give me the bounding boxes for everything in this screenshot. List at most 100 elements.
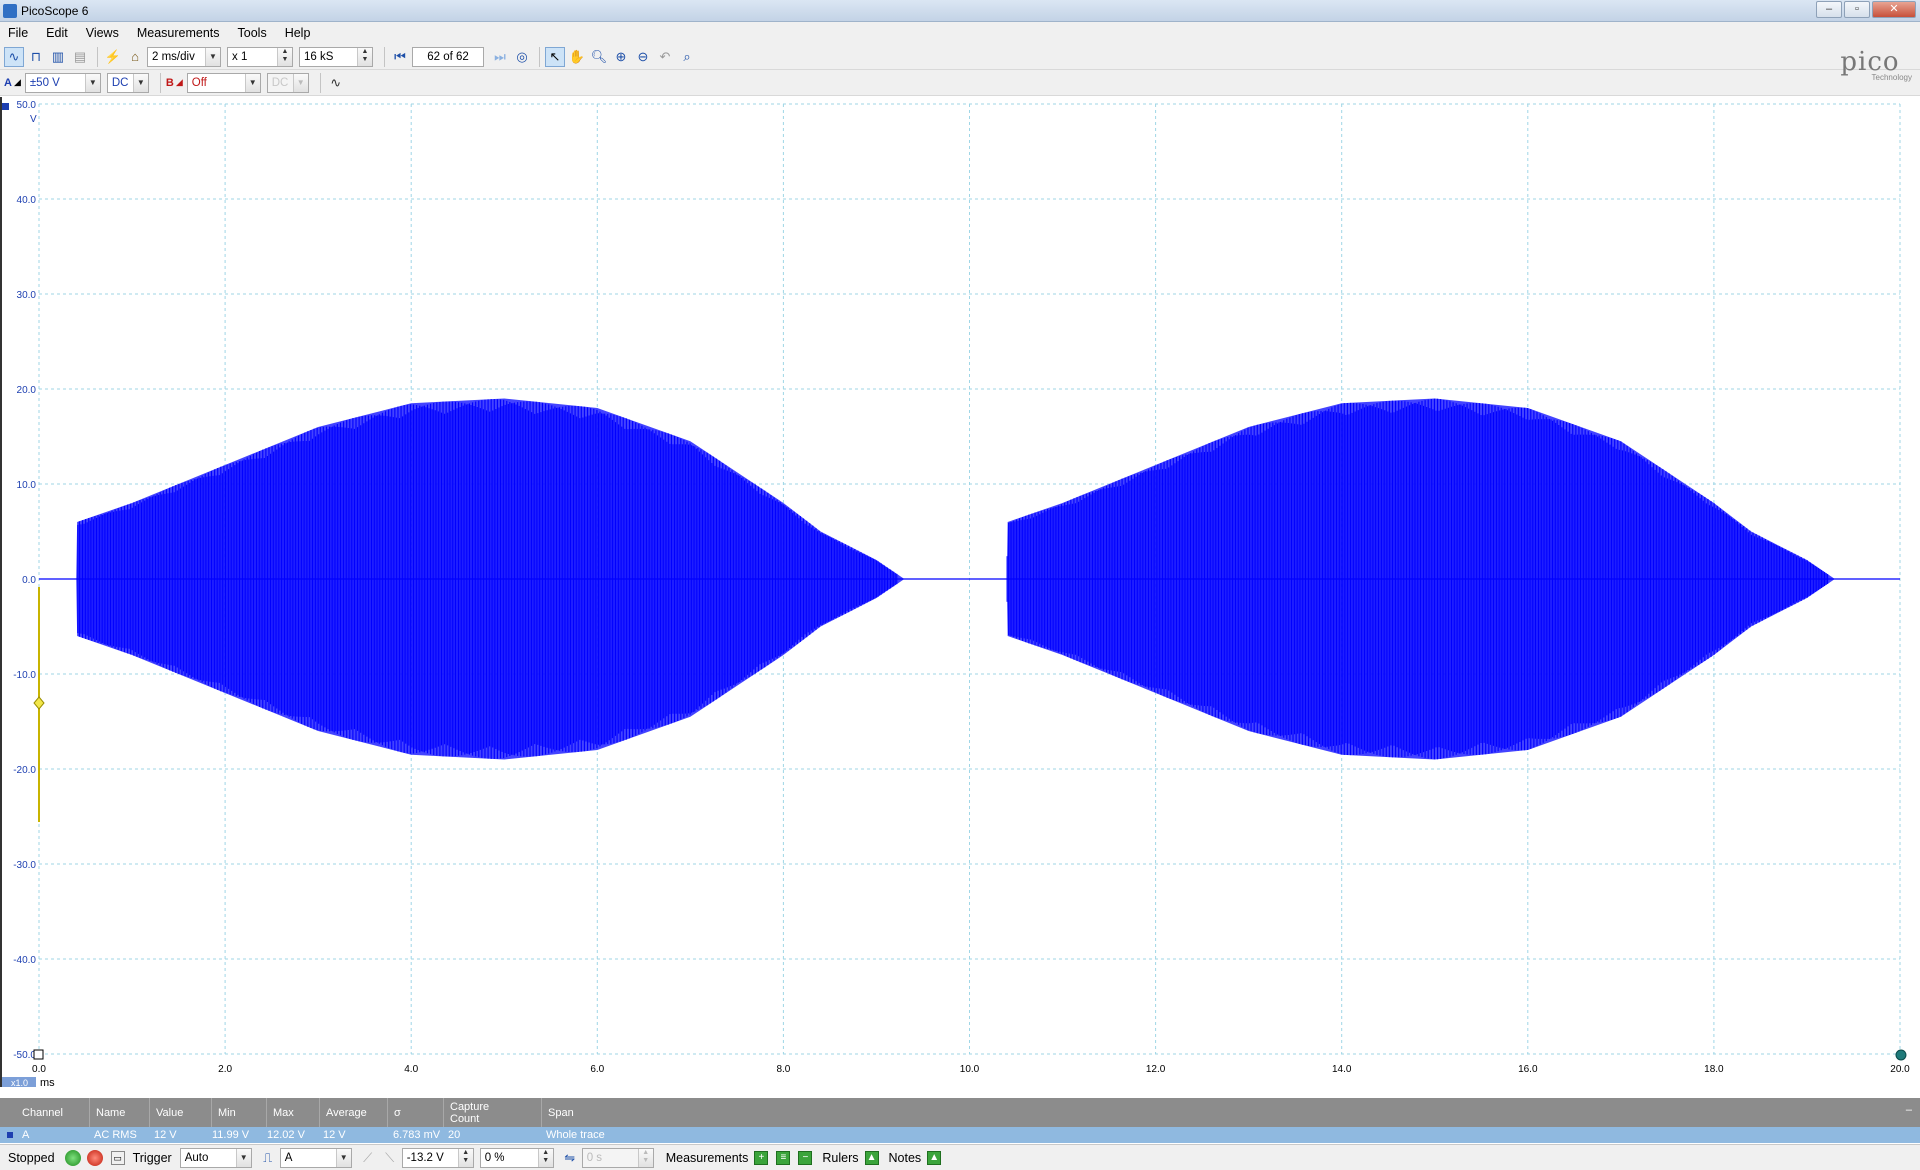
menu-file[interactable]: File	[8, 26, 28, 40]
collapse-panel-icon[interactable]: –	[1906, 1104, 1912, 1116]
y-tick-label: 10.0	[17, 480, 37, 491]
x-tick-label: 10.0	[960, 1064, 980, 1075]
ruler-handle-right[interactable]	[1895, 1049, 1907, 1061]
cell-channel: A	[22, 1129, 30, 1141]
chevron-down-icon: ▼	[244, 73, 260, 92]
y-tick-label: -10.0	[13, 670, 36, 681]
close-button[interactable]: ✕	[1872, 1, 1916, 18]
status-text: Stopped	[8, 1150, 55, 1165]
trigger-edge-icon[interactable]: ⎍	[258, 1148, 278, 1168]
col-sigma[interactable]: σ	[388, 1098, 444, 1127]
channel-a-coupling-select[interactable]: DC ▼	[106, 72, 149, 93]
zoom-stepper[interactable]: x 1 ▲ ▼	[227, 46, 293, 67]
select-tool-icon[interactable]: ↖	[545, 46, 565, 67]
col-span[interactable]: Span	[542, 1098, 1920, 1127]
zoom-overview-icon[interactable]: ⌕	[677, 47, 697, 67]
x-tick-label: 12.0	[1146, 1064, 1166, 1075]
samples-stepper[interactable]: 16 kS ▲ ▼	[299, 46, 373, 67]
delete-measurement-icon[interactable]: −	[798, 1150, 813, 1165]
scope-mode-icon[interactable]: ∿	[4, 46, 24, 67]
trigger-delay-stepper[interactable]: 0 s ▲ ▼	[581, 1147, 654, 1168]
notes-toggle-icon[interactable]: ▲	[927, 1150, 942, 1165]
title-bar: PicoScope 6 – ▫ ✕	[0, 0, 1920, 22]
col-min[interactable]: Min	[212, 1098, 267, 1127]
y-tick-label: -30.0	[13, 860, 36, 871]
trigger-source-select[interactable]: A ▼	[279, 1147, 352, 1168]
falling-edge-icon[interactable]: ⟍	[380, 1148, 400, 1168]
menu-edit[interactable]: Edit	[46, 26, 68, 40]
undo-zoom-icon[interactable]: ↶	[655, 47, 675, 67]
spin-arrows-icon: ▲ ▼	[457, 1148, 473, 1167]
persistence-mode-icon[interactable]: ⊓	[26, 47, 46, 67]
home-icon[interactable]: ⌂	[125, 47, 145, 67]
channel-b-coupling-select[interactable]: DC ▼	[266, 72, 309, 93]
menu-bar: File Edit Views Measurements Tools Help	[0, 22, 1920, 44]
spectrum-mode-icon[interactable]: ▥	[48, 47, 68, 67]
edit-measurement-icon[interactable]: ≡	[776, 1150, 791, 1165]
stop-button[interactable]	[86, 1149, 103, 1166]
zoom-in-icon[interactable]: ⊕	[611, 47, 631, 67]
col-average[interactable]: Average	[320, 1098, 388, 1127]
signal-generator-icon[interactable]: ∿	[326, 73, 346, 93]
x-unit-label: ms	[40, 1077, 55, 1087]
add-measurement-icon[interactable]: +	[754, 1150, 769, 1165]
minimize-button[interactable]: –	[1816, 1, 1842, 18]
cell-span: Whole trace	[546, 1129, 605, 1141]
menu-help[interactable]: Help	[285, 26, 311, 40]
y-unit-label: V	[30, 114, 37, 125]
serial-decode-icon[interactable]: ▤	[70, 47, 90, 67]
chevron-down-icon: ▼	[335, 1148, 351, 1167]
start-button[interactable]	[64, 1149, 81, 1166]
menu-views[interactable]: Views	[86, 26, 119, 40]
chevron-down-icon: ▼	[205, 47, 220, 66]
post-trigger-icon[interactable]: ⇋	[560, 1148, 580, 1168]
channel-a-range-select[interactable]: ±50 V ▼	[24, 72, 101, 93]
x-tick-label: 14.0	[1332, 1064, 1352, 1075]
col-value[interactable]: Value	[150, 1098, 212, 1127]
channel-b-options-icon[interactable]: ◢	[176, 77, 183, 88]
zoom-tool-icon[interactable]: 🔍︎	[589, 47, 609, 67]
notes-label: Notes	[888, 1150, 922, 1165]
measurement-row[interactable]: A AC RMS 12 V 11.99 V 12.02 V 12 V 6.783…	[0, 1127, 1920, 1143]
first-buffer-icon[interactable]: ⏮	[390, 47, 410, 67]
x-tick-label: 20.0	[1890, 1064, 1910, 1075]
x-tick-label: 8.0	[776, 1064, 790, 1075]
zoom-out-icon[interactable]: ⊖	[633, 47, 653, 67]
menu-measurements[interactable]: Measurements	[137, 26, 220, 40]
y-tick-label: 0.0	[22, 575, 36, 586]
x-tick-label: 2.0	[218, 1064, 232, 1075]
next-buffer-icon[interactable]: ⏭	[490, 47, 510, 67]
x-tick-label: 6.0	[590, 1064, 604, 1075]
ruler-handle-left[interactable]	[33, 1049, 44, 1060]
chevron-down-icon: ▼	[84, 73, 100, 92]
col-name[interactable]: Name	[90, 1098, 150, 1127]
cell-capture-count: 20	[448, 1129, 461, 1141]
buffer-indicator[interactable]: 62 of 62	[412, 46, 484, 67]
trigger-mode-select[interactable]: Auto ▼	[179, 1147, 252, 1168]
scope-plot[interactable]: 50.0 40.0 30.0 20.0 10.0 0.0 -10.0 -20.0 -30.0 -4…	[0, 97, 1920, 1087]
measurements-header: Channel Name Value Min Max Average σ Cap…	[0, 1098, 1920, 1127]
col-capture-count[interactable]: Capture Count	[444, 1098, 542, 1127]
trigger-level-stepper[interactable]: -13.2 V ▲ ▼	[401, 1147, 474, 1168]
channel-a-options-icon[interactable]: ◢	[14, 77, 21, 88]
window-title: PicoScope 6	[21, 4, 89, 18]
cell-min: 11.99 V	[212, 1129, 250, 1141]
timebase-select[interactable]: 2 ms/div ▼	[147, 46, 221, 67]
menu-tools[interactable]: Tools	[238, 26, 267, 40]
channel-b-range-select[interactable]: Off ▼	[186, 72, 261, 93]
maximize-button[interactable]: ▫	[1844, 1, 1870, 18]
spin-arrows-icon: ▲ ▼	[357, 47, 372, 66]
x-tick-label: 16.0	[1518, 1064, 1538, 1075]
x-tick-label: 4.0	[404, 1064, 418, 1075]
rising-edge-icon[interactable]: ⟋	[358, 1148, 378, 1168]
rulers-toggle-icon[interactable]: ▲	[864, 1150, 879, 1165]
main-toolbar: ∿ ⊓ ▥ ▤ ⚡ ⌂ 2 ms/div ▼ x 1 ▲ ▼ 16 kS ▲ ▼ ⏮ 62…	[0, 44, 1920, 70]
buffer-navigator-icon[interactable]: ◎	[512, 47, 532, 67]
channel-a-label: A	[4, 76, 12, 89]
hand-tool-icon[interactable]: ✋	[567, 47, 587, 67]
col-channel[interactable]: Channel	[0, 1098, 90, 1127]
pre-trigger-stepper[interactable]: 0 % ▲ ▼	[479, 1147, 554, 1168]
trigger-options-icon[interactable]: ▭	[110, 1150, 125, 1165]
auto-setup-icon[interactable]: ⚡	[103, 47, 123, 67]
col-max[interactable]: Max	[267, 1098, 320, 1127]
